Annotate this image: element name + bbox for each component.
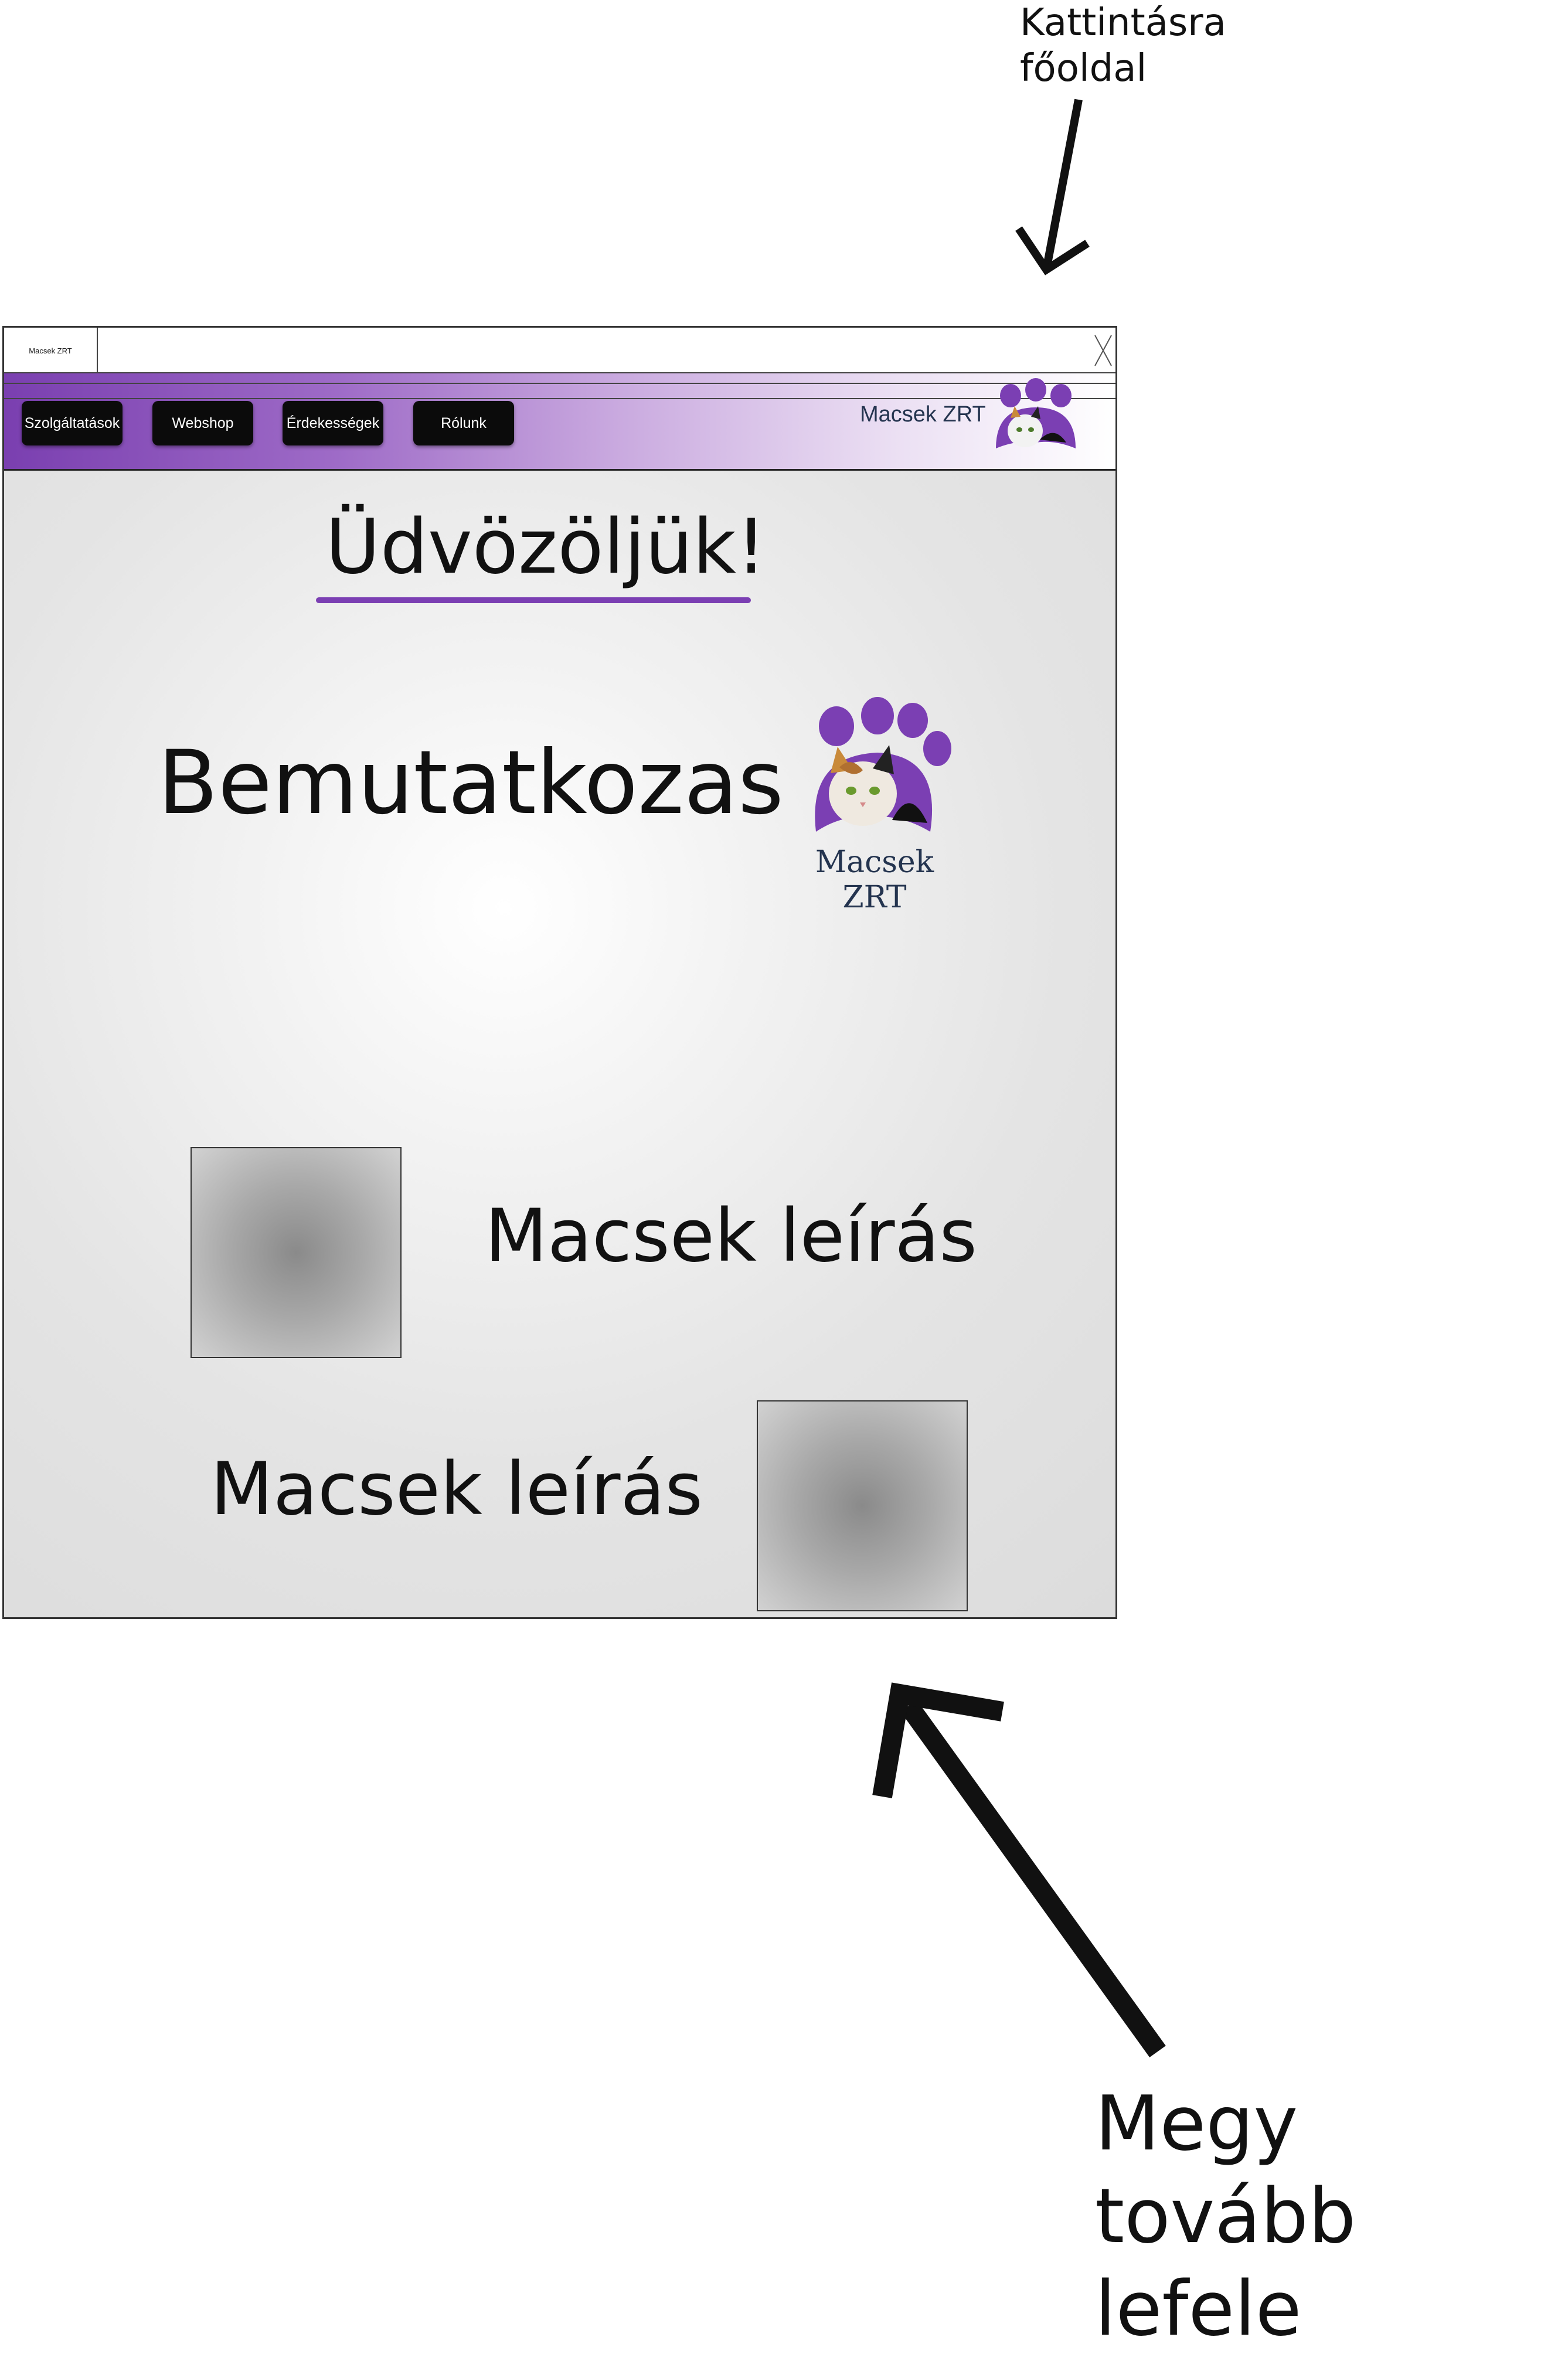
annotation-bottom: Megy tovább lefele: [1095, 2078, 1564, 2356]
annotation-top-line2: főoldal: [1020, 47, 1147, 90]
arrow-up-left-icon: [872, 1682, 1166, 2057]
company-logo: Macsek ZRT: [784, 691, 965, 915]
card-description: Macsek leírás: [210, 1447, 703, 1532]
browser-window: Macsek ZRT Szolgáltatások Webshop Érdeke…: [2, 326, 1117, 1619]
image-placeholder-icon: [757, 1400, 968, 1611]
welcome-heading: Üdvözöljük!: [325, 504, 767, 591]
nav-brand-name[interactable]: Macsek ZRT: [860, 397, 989, 432]
nav-button-rolunk[interactable]: Rólunk: [413, 401, 514, 445]
intro-heading: Bemutatkozas: [158, 732, 784, 834]
arrow-down-icon: [1015, 98, 1090, 275]
annotation-bottom-line2: lefele: [1095, 2265, 1302, 2353]
tab-bar: Macsek ZRT: [4, 328, 1115, 373]
card-description: Macsek leírás: [485, 1194, 978, 1278]
x-icon[interactable]: [1093, 334, 1113, 368]
image-placeholder-icon: [191, 1147, 402, 1358]
company-logo-caption: Macsek ZRT: [815, 845, 934, 915]
navbar-top-divider: [4, 373, 1115, 384]
annotation-bottom-line1: Megy tovább: [1095, 2080, 1356, 2260]
welcome-underline: [316, 597, 751, 603]
cat-paw-logo-icon: [815, 697, 951, 832]
nav-button-webshop[interactable]: Webshop: [152, 401, 253, 445]
nav-button-erdekessegek[interactable]: Érdekességek: [283, 401, 383, 445]
navbar: Szolgáltatások Webshop Érdekességek Rólu…: [4, 373, 1115, 471]
nav-button-szolgaltatasok[interactable]: Szolgáltatások: [22, 401, 123, 445]
cat-paw-logo-icon[interactable]: [984, 378, 1087, 462]
annotation-top: Kattintásra főoldal: [1020, 0, 1266, 91]
browser-tab[interactable]: Macsek ZRT: [4, 328, 98, 373]
annotation-top-line1: Kattintásra: [1020, 1, 1226, 45]
